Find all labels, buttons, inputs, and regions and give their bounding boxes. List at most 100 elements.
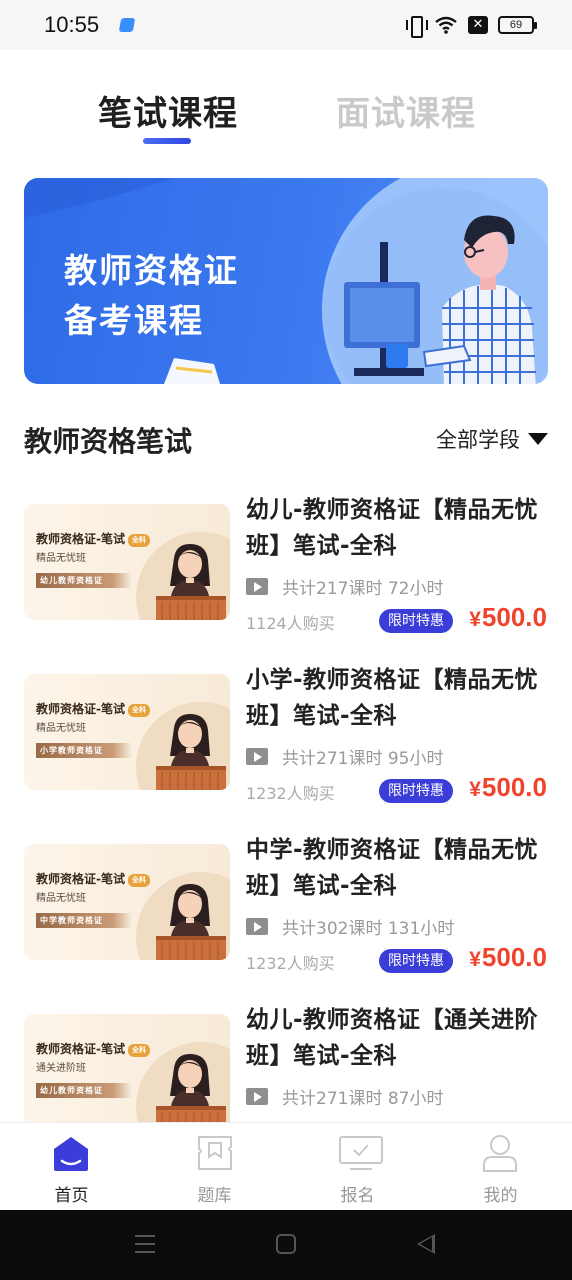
promo-badge: 限时特惠 [379, 609, 453, 633]
status-time: 10:55 [44, 12, 100, 37]
thumbnail-title-text: 教师资格证-笔试 [36, 532, 125, 546]
teacher-illustration [156, 544, 226, 620]
back-icon[interactable] [417, 1234, 435, 1254]
promo-badge: 限时特惠 [379, 949, 453, 973]
course-duration: 共计271课时 87小时 [282, 1089, 444, 1109]
thumbnail-title-text: 教师资格证-笔试 [36, 1042, 125, 1056]
price-value: 500.0 [481, 942, 547, 972]
course-thumbnail: 教师资格证-笔试 全科 通关进阶班 幼儿教师资格证 [24, 1014, 230, 1122]
course-duration: 共计302课时 131小时 [282, 919, 455, 939]
bottom-nav: 首页 题库 报名 我的 [0, 1122, 572, 1210]
banner-line-2: 备考课程 [64, 301, 204, 340]
thumbnail-tag: 全科 [127, 1044, 150, 1057]
teacher-illustration [156, 884, 226, 960]
app-notification-icon [118, 18, 136, 32]
thumbnail-title: 教师资格证-笔试 全科 [36, 530, 150, 547]
price-value: 500.0 [481, 772, 547, 802]
nav-label-profile: 我的 [483, 1186, 518, 1206]
course-buyers: 1232人购买 [246, 954, 335, 973]
video-play-icon [246, 918, 268, 935]
course-card[interactable]: 教师资格证-笔试 全科 通关进阶班 幼儿教师资格证 幼儿-教师资格证【通关进阶班】… [0, 990, 572, 1122]
course-meta: 共计217课时 72小时 [246, 574, 443, 599]
register-icon [339, 1136, 383, 1170]
tab-interview-courses[interactable]: 面试课程 [336, 86, 476, 135]
course-title[interactable]: 中学-教师资格证【精品无忧班】笔试-全科 [246, 832, 550, 904]
course-meta: 共计302课时 131小时 [246, 914, 454, 939]
banner-headline: 教师资格证 备考课程 [64, 246, 239, 346]
course-price: ¥500.0 [469, 602, 547, 633]
caret-down-icon [528, 433, 548, 445]
course-thumbnail: 教师资格证-笔试 全科 精品无忧班 中学教师资格证 [24, 844, 230, 960]
course-title[interactable]: 幼儿-教师资格证【通关进阶班】笔试-全科 [246, 1002, 550, 1074]
course-price: ¥500.0 [469, 942, 547, 973]
course-meta: 共计271课时 87小时 [246, 1084, 443, 1109]
nav-item-register[interactable]: 报名 [286, 1123, 429, 1211]
stage-filter-label: 全部学段 [436, 428, 520, 452]
video-play-icon [246, 748, 268, 765]
stage-filter-dropdown[interactable]: 全部学段 [436, 424, 548, 454]
nav-item-question-bank[interactable]: 题库 [143, 1123, 286, 1211]
thumbnail-ribbon: 小学教师资格证 [36, 743, 132, 758]
home-icon [54, 1137, 88, 1171]
course-card[interactable]: 教师资格证-笔试 全科 精品无忧班 幼儿教师资格证 幼儿-教师资格证【精品无忧班】… [0, 480, 572, 650]
price-currency: ¥ [469, 608, 481, 631]
price-currency: ¥ [469, 948, 481, 971]
course-duration: 共计271课时 95小时 [282, 749, 444, 769]
thumbnail-subtitle: 精品无忧班 [36, 553, 86, 564]
thumbnail-subtitle: 通关进阶班 [36, 1063, 86, 1074]
system-nav-bar [0, 1210, 572, 1280]
banner-line-1: 教师资格证 [64, 251, 239, 290]
thumbnail-title: 教师资格证-笔试 全科 [36, 700, 150, 717]
price-currency: ¥ [469, 778, 481, 801]
course-thumbnail: 教师资格证-笔试 全科 精品无忧班 幼儿教师资格证 [24, 504, 230, 620]
home-button-icon[interactable] [276, 1234, 296, 1254]
video-play-icon [246, 1088, 268, 1105]
nav-item-home[interactable]: 首页 [0, 1123, 143, 1211]
vibrate-icon [406, 15, 428, 38]
course-duration: 共计217课时 72小时 [282, 579, 444, 599]
course-price: ¥500.0 [469, 772, 547, 803]
thumbnail-tag: 全科 [127, 704, 150, 717]
battery-icon: 69 [498, 16, 537, 34]
course-meta: 共计271课时 95小时 [246, 744, 443, 769]
section-title: 教师资格笔试 [24, 425, 193, 458]
course-title[interactable]: 小学-教师资格证【精品无忧班】笔试-全科 [246, 662, 550, 734]
thumbnail-title: 教师资格证-笔试 全科 [36, 870, 150, 887]
thumbnail-ribbon: 幼儿教师资格证 [36, 573, 132, 588]
thumbnail-title-text: 教师资格证-笔试 [36, 702, 125, 716]
course-thumbnail: 教师资格证-笔试 全科 精品无忧班 小学教师资格证 [24, 674, 230, 790]
nav-item-profile[interactable]: 我的 [429, 1123, 572, 1211]
active-tab-indicator [143, 138, 191, 144]
nav-label-home: 首页 [54, 1186, 89, 1206]
teacher-illustration [156, 1054, 226, 1122]
thumbnail-title-text: 教师资格证-笔试 [36, 872, 125, 886]
thumbnail-subtitle: 精品无忧班 [36, 893, 86, 904]
profile-icon [483, 1135, 517, 1172]
course-list[interactable]: 教师资格证-笔试 全科 精品无忧班 幼儿教师资格证 幼儿-教师资格证【精品无忧班】… [0, 480, 572, 1122]
thumbnail-tag: 全科 [127, 534, 150, 547]
course-card[interactable]: 教师资格证-笔试 全科 精品无忧班 小学教师资格证 小学-教师资格证【精品无忧班】… [0, 650, 572, 820]
status-icons: ✕ 69 [406, 14, 537, 38]
tab-written-courses[interactable]: 笔试课程 [98, 86, 238, 135]
course-title[interactable]: 幼儿-教师资格证【精品无忧班】笔试-全科 [246, 492, 550, 564]
nav-label-register: 报名 [340, 1186, 375, 1206]
promo-banner[interactable]: 教师资格证 备考课程 [24, 178, 548, 384]
thumbnail-subtitle: 精品无忧班 [36, 723, 86, 734]
recent-apps-icon[interactable] [135, 1235, 155, 1253]
nav-label-question-bank: 题库 [197, 1186, 232, 1206]
no-sim-icon: ✕ [468, 16, 488, 34]
promo-badge: 限时特惠 [379, 779, 453, 803]
video-play-icon [246, 578, 268, 595]
thumbnail-ribbon: 中学教师资格证 [36, 913, 132, 928]
wifi-icon [435, 16, 457, 34]
question-bank-icon [198, 1136, 232, 1170]
course-card[interactable]: 教师资格证-笔试 全科 精品无忧班 中学教师资格证 中学-教师资格证【精品无忧班】… [0, 820, 572, 990]
price-value: 500.0 [481, 602, 547, 632]
thumbnail-tag: 全科 [127, 874, 150, 887]
thumbnail-ribbon: 幼儿教师资格证 [36, 1083, 132, 1098]
status-bar: 10:55 ✕ 69 [0, 0, 572, 50]
teacher-illustration [156, 714, 226, 790]
thumbnail-title: 教师资格证-笔试 全科 [36, 1040, 150, 1057]
course-buyers: 1232人购买 [246, 784, 335, 803]
course-buyers: 1124人购买 [246, 614, 335, 633]
